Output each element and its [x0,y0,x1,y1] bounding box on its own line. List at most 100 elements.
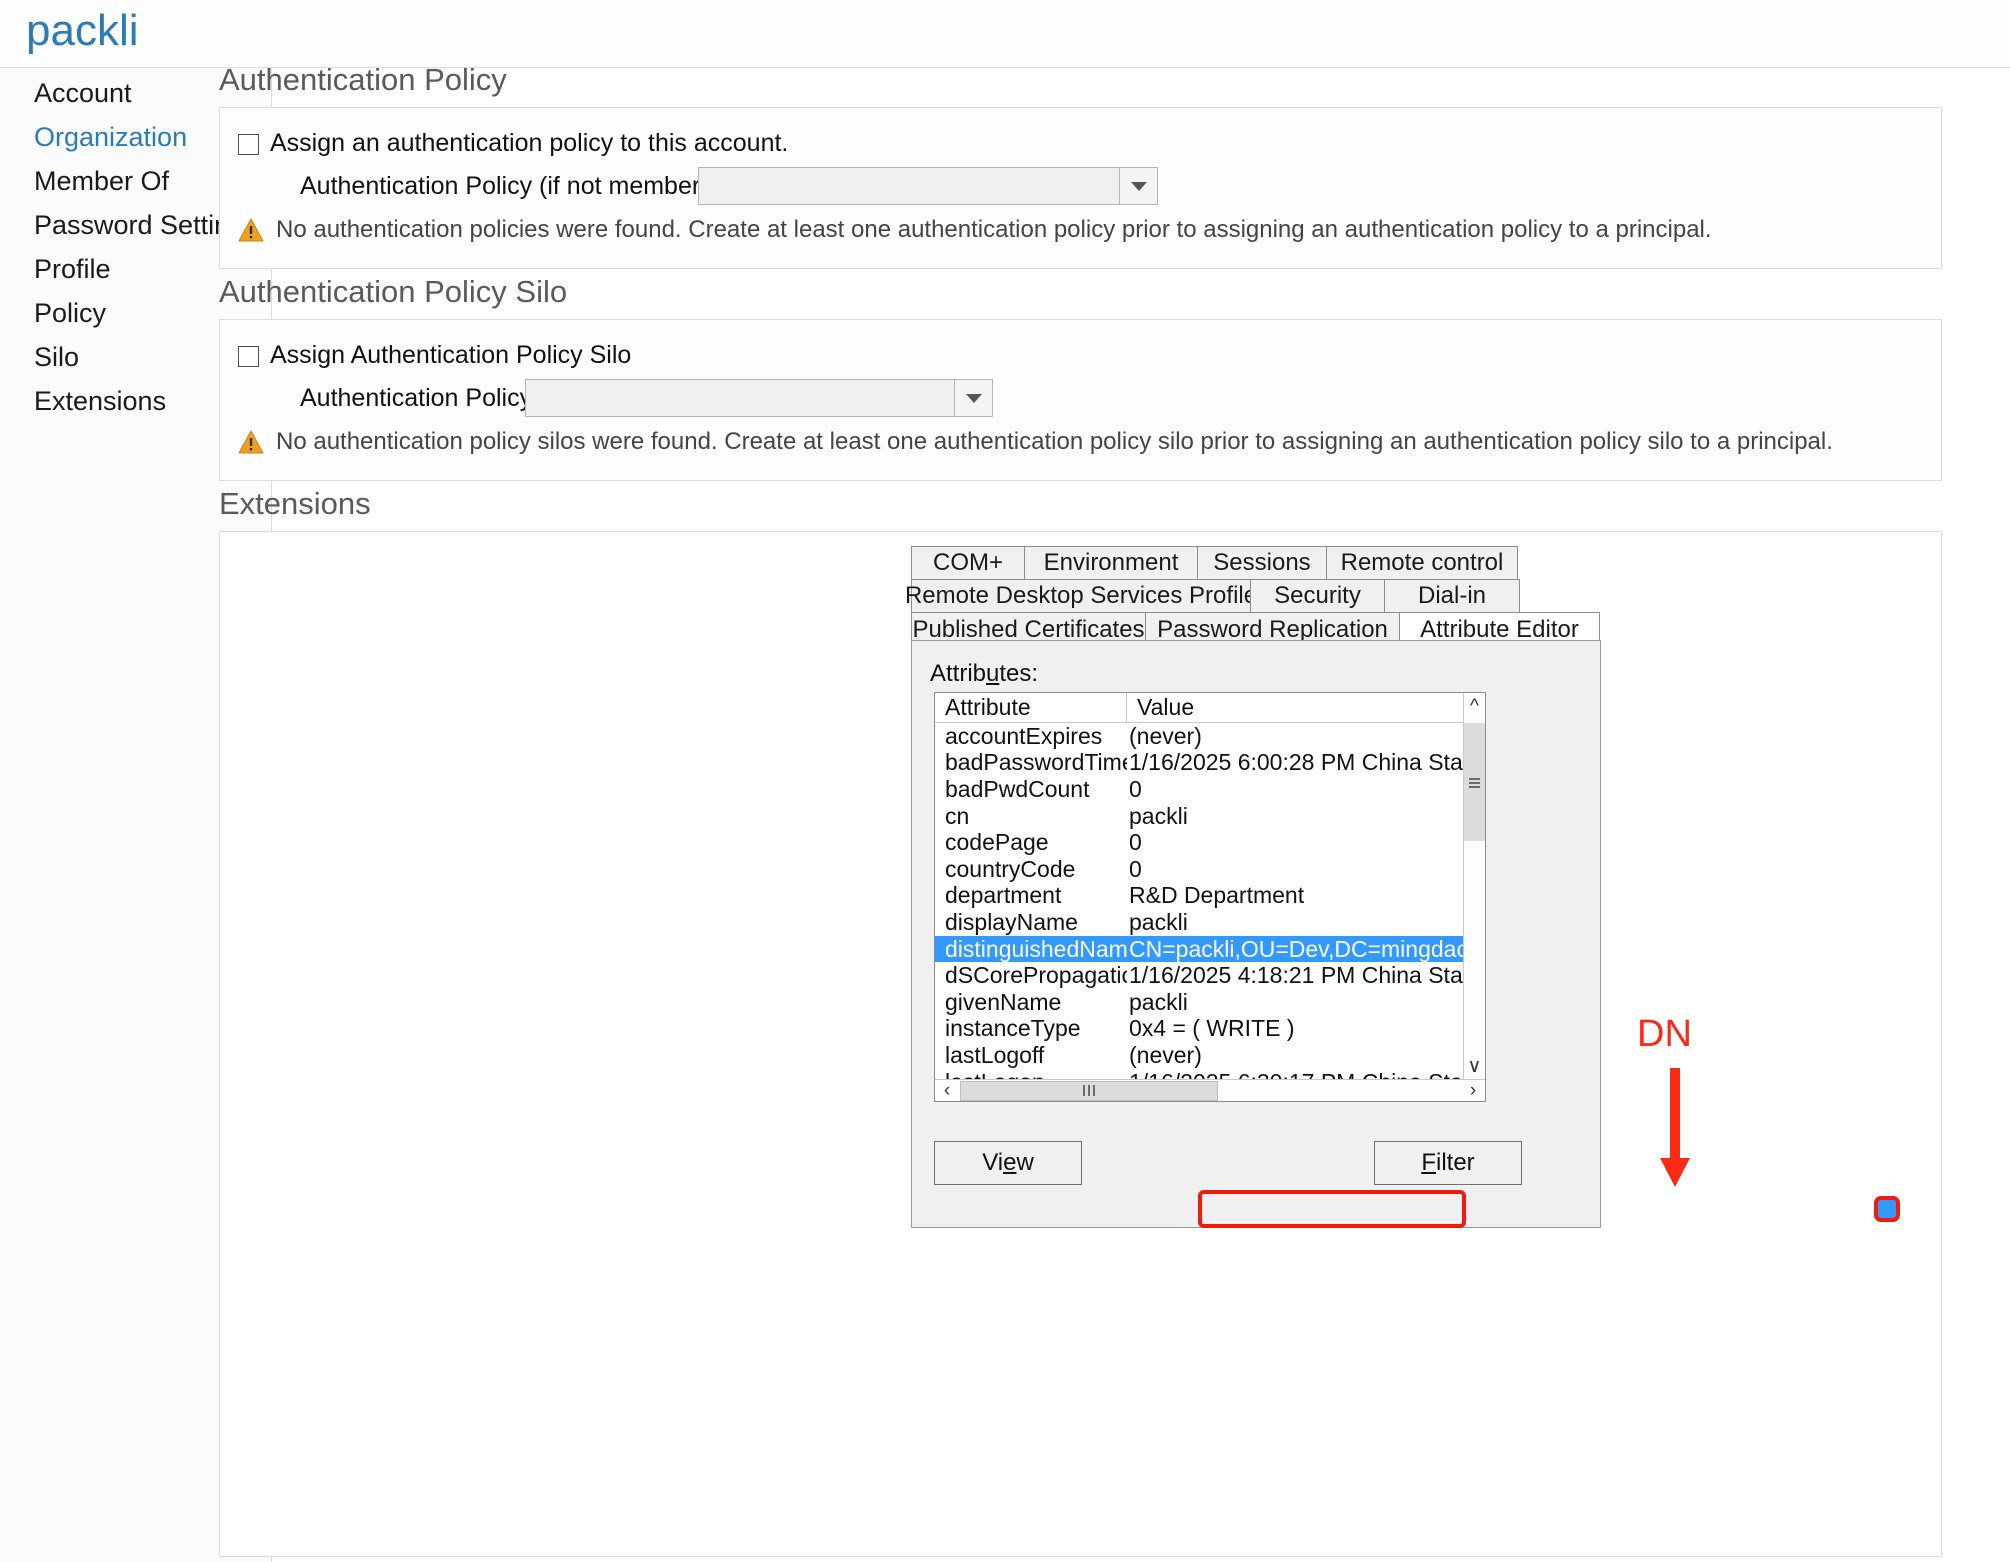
panel-authentication-policy: Assign an authentication policy to this … [219,107,1942,269]
cell-attribute: badPasswordTime [945,749,1127,776]
auth-policy-warning-text: No authentication policies were found. C… [276,216,1712,243]
tab-com-plus[interactable]: COM+ [911,546,1025,580]
assign-auth-policy-checkbox[interactable] [238,134,259,155]
table-row[interactable]: badPasswordTime 1/16/2025 6:00:28 PM Chin… [935,749,1463,777]
annotation-scrollbar-marker [1874,1196,1900,1222]
assign-auth-policy-label: Assign an authentication policy to this … [270,129,789,157]
filter-button-label: Filter [1421,1149,1475,1176]
column-header-attribute[interactable]: Attribute [935,693,1127,722]
listbox-rows: accountExpires (never) badPasswordTime 1/1… [935,723,1463,1079]
table-row-selected-distinguished-name[interactable]: distinguishedName CN=packli,OU=Dev,DC=min… [935,936,1463,963]
cell-value: packli [1129,908,1188,935]
scroll-right-icon[interactable]: › [1461,1080,1485,1101]
table-row[interactable]: givenName packli [935,989,1463,1016]
sidebar-item-profile[interactable]: Profile [34,254,111,285]
assign-auth-policy-silo-checkbox[interactable] [238,346,259,367]
cell-attribute: givenName [945,988,1062,1015]
auth-policy-warning: No authentication policies were found. C… [238,216,1712,244]
table-row[interactable]: displayName packli [935,909,1463,936]
auth-policy-combo[interactable] [698,167,1158,205]
auth-policy-combo-value [699,168,1119,204]
tab-security[interactable]: Security [1250,579,1385,613]
auth-policy-silo-combo[interactable] [525,379,993,417]
table-row[interactable]: cn packli [935,803,1463,830]
cell-attribute: displayName [945,908,1078,935]
annotation-arrow-icon [1655,1068,1695,1188]
auth-policy-silo-combo-value [526,380,954,416]
tab-row-2: Remote Desktop Services Profile Security… [905,579,1520,613]
cell-value: R&D Department [1129,882,1305,909]
column-header-value[interactable]: Value [1127,693,1485,722]
cell-attribute: instanceType [945,1015,1081,1042]
chevron-down-icon[interactable] [954,380,992,416]
vertical-scrollbar-thumb[interactable] [1464,723,1485,841]
page-title: packli [26,6,139,55]
tab-row-1: COM+ Environment Sessions Remote control [911,546,1518,580]
table-row[interactable]: instanceType 0x4 = ( WRITE ) [935,1015,1463,1043]
tab-remote-control[interactable]: Remote control [1326,546,1518,580]
table-row[interactable]: countryCode 0 [935,856,1463,883]
table-row[interactable]: accountExpires (never) [935,723,1463,750]
attributes-listbox[interactable]: Attribute Value accountExpires (never) ba… [934,692,1486,1102]
cell-value: 1/16/2025 4:18:21 PM China Standard Time [1129,962,1463,989]
cell-value: CN=packli,OU=Dev,DC=mingdao,DC=local [1129,935,1463,962]
scroll-left-icon[interactable]: ‹ [935,1080,959,1101]
warning-icon [238,218,264,242]
table-row[interactable]: dSCorePropagationD...1/16/2025 4:18:21 P… [935,962,1463,989]
section-title-authentication-policy: Authentication Policy [219,62,507,97]
chevron-down-icon[interactable] [1119,168,1157,204]
cell-attribute: countryCode [945,855,1076,882]
vertical-scrollbar[interactable]: ^ ∨ [1463,693,1485,1079]
cell-attribute: cn [945,802,970,829]
tab-dial-in[interactable]: Dial-in [1384,579,1520,613]
attributes-label: Attributes: [930,660,1039,687]
grip-icon [1083,1085,1095,1096]
cell-value: 1/16/2025 6:00:28 PM China Standard Time [1129,749,1463,776]
scroll-down-icon[interactable]: ∨ [1464,1053,1485,1079]
table-row[interactable]: codePage 0 [935,829,1463,856]
tab-sessions[interactable]: Sessions [1197,546,1327,580]
cell-value: 0 [1129,829,1142,856]
view-button-label: View [982,1149,1034,1176]
section-title-authentication-policy-silo: Authentication Policy Silo [219,274,568,309]
section-title-extensions: Extensions [219,486,371,521]
cell-value: packli [1129,802,1188,829]
horizontal-scrollbar-thumb[interactable] [960,1080,1218,1101]
horizontal-scrollbar[interactable]: ‹ › [935,1079,1485,1101]
table-row[interactable]: lastLogon1/16/2025 6:30:17 PM China Stan… [935,1069,1463,1079]
listbox-header: Attribute Value [935,693,1485,723]
assign-auth-policy-silo-label: Assign Authentication Policy Silo [270,341,632,369]
table-row[interactable]: department R&D Department [935,882,1463,910]
cell-value: packli [1129,988,1188,1015]
app-window: packli Account Organization Member Of Pa… [0,0,2010,1562]
cell-value: 0 [1129,775,1142,802]
sidebar-item-silo[interactable]: Silo [34,342,79,373]
table-row[interactable]: lastLogoff (never) [935,1042,1463,1069]
cell-attribute: department [945,882,1062,909]
sidebar-item-account[interactable]: Account [34,78,132,109]
tab-environment[interactable]: Environment [1024,546,1198,580]
cell-value: (never) [1129,1041,1202,1068]
cell-attribute: badPwdCount [945,775,1090,802]
grip-icon [1469,777,1480,788]
cell-value: 1/16/2025 6:30:17 PM China Standard Time [1127,1069,1463,1079]
sidebar-item-member-of[interactable]: Member Of [34,166,169,197]
sidebar-item-organization[interactable]: Organization [34,122,187,153]
cell-value: 0x4 = ( WRITE ) [1129,1015,1295,1042]
auth-policy-silo-warning: No authentication policy silos were foun… [238,428,1833,456]
cell-attribute: codePage [945,829,1049,856]
cell-attribute: lastLogon [935,1069,1127,1079]
filter-button[interactable]: Filter [1374,1141,1522,1185]
view-button[interactable]: View [934,1141,1082,1185]
scroll-up-icon[interactable]: ^ [1464,693,1485,719]
panel-authentication-policy-silo: Assign Authentication Policy Silo Authen… [219,319,1942,481]
sidebar-item-extensions[interactable]: Extensions [34,386,166,417]
tab-remote-desktop-services-profile[interactable]: Remote Desktop Services Profile [905,579,1257,613]
cell-attribute: dSCorePropagationD... [945,962,1127,989]
cell-value: (never) [1129,723,1202,749]
table-row[interactable]: badPwdCount 0 [935,776,1463,803]
warning-icon [238,430,264,454]
cell-attribute: distinguishedName [945,935,1127,962]
sidebar-item-policy[interactable]: Policy [34,298,106,329]
cell-value: 0 [1129,855,1142,882]
